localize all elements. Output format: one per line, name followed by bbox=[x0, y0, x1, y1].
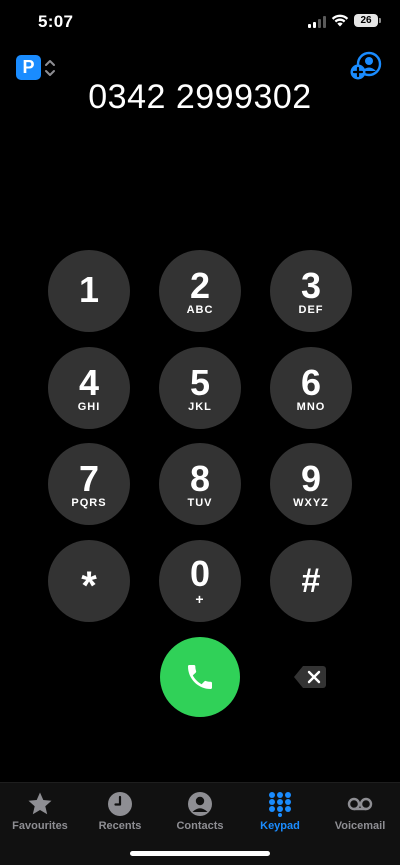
key-9[interactable]: 9 WXYZ bbox=[270, 443, 352, 525]
tab-label: Contacts bbox=[176, 820, 224, 832]
key-digit: # bbox=[301, 562, 321, 600]
keypad-icon bbox=[269, 792, 291, 817]
key-8[interactable]: 8 TUV bbox=[159, 443, 241, 525]
battery-indicator: 26 bbox=[354, 14, 378, 27]
key-letters: JKL bbox=[188, 401, 212, 413]
key-4[interactable]: 4 GHI bbox=[48, 347, 130, 429]
key-digit: * bbox=[81, 564, 97, 608]
add-contact-icon[interactable] bbox=[350, 51, 382, 81]
tab-favourites[interactable]: Favourites bbox=[0, 783, 80, 843]
home-indicator bbox=[130, 851, 270, 856]
line-selector[interactable]: P bbox=[16, 55, 56, 80]
tab-keypad[interactable]: Keypad bbox=[240, 783, 320, 843]
voicemail-icon bbox=[347, 797, 373, 811]
tab-voicemail[interactable]: Voicemail bbox=[320, 783, 400, 843]
key-hash[interactable]: # bbox=[270, 540, 352, 622]
star-icon bbox=[28, 792, 52, 815]
tab-label: Favourites bbox=[12, 820, 68, 832]
tab-label: Voicemail bbox=[334, 820, 386, 832]
key-letters: ABC bbox=[186, 304, 214, 316]
tab-label: Recents bbox=[98, 820, 142, 832]
tab-label: Keypad bbox=[260, 820, 300, 832]
wifi-icon bbox=[331, 14, 349, 27]
key-letters: WXYZ bbox=[293, 497, 329, 509]
tab-contacts[interactable]: Contacts bbox=[160, 783, 240, 843]
key-letters: GHI bbox=[77, 401, 101, 413]
key-0[interactable]: 0 + bbox=[159, 540, 241, 622]
key-star[interactable]: * bbox=[48, 540, 130, 622]
key-digit: 2 bbox=[189, 265, 211, 306]
call-button[interactable] bbox=[160, 637, 240, 717]
status-time: 5:07 bbox=[38, 12, 74, 31]
phone-icon bbox=[188, 665, 212, 689]
key-1[interactable]: 1 bbox=[48, 250, 130, 332]
line-badge: P bbox=[16, 55, 41, 80]
tab-recents[interactable]: Recents bbox=[80, 783, 160, 843]
cellular-signal-icon bbox=[308, 16, 326, 28]
key-6[interactable]: 6 MNO bbox=[270, 347, 352, 429]
key-letters: DEF bbox=[298, 304, 324, 316]
key-digit: 9 bbox=[300, 458, 322, 499]
key-digit: 0 bbox=[189, 553, 211, 594]
keypad: 1 2 ABC 3 DEF 4 GHI 5 JKL 6 MNO 7 PQRS 8… bbox=[0, 0, 400, 865]
key-7[interactable]: 7 PQRS bbox=[48, 443, 130, 525]
person-circle-icon bbox=[188, 792, 212, 816]
battery-tip bbox=[379, 18, 381, 23]
key-letters: MNO bbox=[296, 401, 326, 413]
key-digit: 3 bbox=[300, 265, 322, 306]
dialed-number: 0342 2999302 bbox=[88, 78, 312, 116]
key-digit: 8 bbox=[189, 458, 211, 499]
chevron-updown-icon bbox=[45, 59, 55, 76]
key-3[interactable]: 3 DEF bbox=[270, 250, 352, 332]
key-digit: 4 bbox=[78, 362, 100, 403]
key-letters: TUV bbox=[187, 497, 213, 509]
key-2[interactable]: 2 ABC bbox=[159, 250, 241, 332]
key-letters: + bbox=[195, 591, 205, 607]
key-digit: 5 bbox=[189, 362, 211, 403]
key-digit: 6 bbox=[300, 362, 322, 403]
key-digit: 1 bbox=[78, 269, 100, 310]
key-letters: PQRS bbox=[71, 497, 107, 509]
key-5[interactable]: 5 JKL bbox=[159, 347, 241, 429]
delete-icon[interactable] bbox=[293, 665, 327, 689]
key-digit: 7 bbox=[78, 458, 100, 499]
status-bar: 5:07 26 bbox=[0, 0, 400, 44]
clock-icon bbox=[108, 792, 132, 816]
